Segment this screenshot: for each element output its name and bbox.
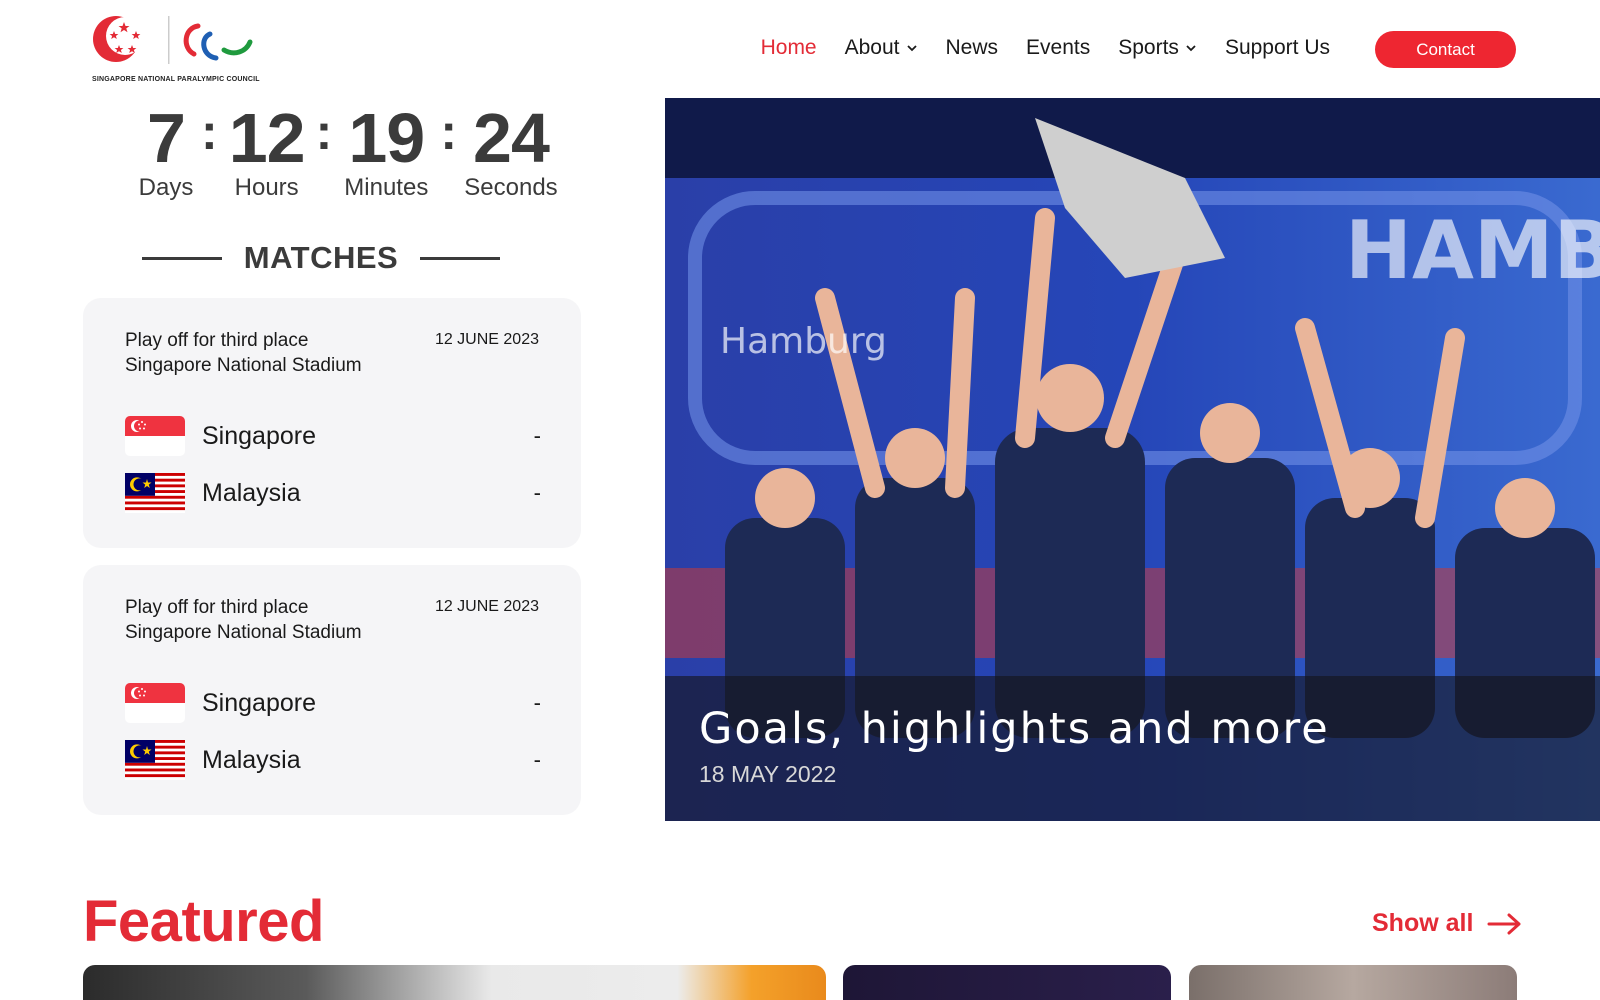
match-team-row: Malaysia - bbox=[125, 740, 541, 780]
featured-card[interactable] bbox=[83, 965, 826, 1000]
team-name: Malaysia bbox=[202, 745, 301, 774]
nav-item-label: Home bbox=[760, 36, 817, 59]
team-name: Singapore bbox=[202, 421, 316, 450]
chevron-down-icon bbox=[906, 45, 917, 52]
countdown-separator: : bbox=[440, 104, 457, 160]
nav-item-label: Support Us bbox=[1224, 36, 1330, 59]
nav-item-sports[interactable]: Sports bbox=[1118, 36, 1197, 60]
nav-item-label: About bbox=[844, 36, 900, 59]
nav-item-home[interactable]: Home bbox=[761, 36, 817, 60]
nav-item-label: Events bbox=[1026, 36, 1091, 59]
match-date: 12 JUNE 2023 bbox=[434, 598, 539, 615]
team-score: - bbox=[533, 480, 541, 505]
team-name: Singapore bbox=[202, 688, 316, 717]
hero-date: 18 MAY 2022 bbox=[699, 761, 837, 787]
countdown-separator: : bbox=[201, 104, 218, 160]
countdown-days-value: 7 bbox=[147, 99, 186, 177]
countdown-hours: 12 Hours bbox=[222, 102, 312, 202]
nav-item-label: Sports bbox=[1118, 36, 1179, 59]
show-all-label: Show all bbox=[1372, 909, 1474, 937]
nav-item-about[interactable]: About bbox=[845, 36, 918, 60]
featured-title: Featured bbox=[83, 889, 324, 954]
match-venue: Singapore National Stadium bbox=[125, 355, 362, 376]
featured-card[interactable] bbox=[1189, 965, 1517, 1000]
nav-item-support-us[interactable]: Support Us bbox=[1225, 36, 1330, 60]
team-score: - bbox=[533, 690, 541, 715]
countdown-seconds-label: Seconds bbox=[464, 174, 558, 201]
match-round: Play off for third place bbox=[125, 330, 309, 351]
chevron-down-icon bbox=[1186, 45, 1196, 52]
logo[interactable]: SINGAPORE NATIONAL PARALYMPIC COUNCIL bbox=[90, 12, 260, 88]
match-card[interactable]: Play off for third place Singapore Natio… bbox=[83, 298, 581, 548]
team-name: Malaysia bbox=[202, 478, 301, 507]
heading-divider bbox=[419, 256, 500, 260]
singapore-flag-icon bbox=[125, 416, 185, 456]
hero-banner[interactable]: HAMB Hamburg Goals, highlights and more … bbox=[665, 98, 1600, 821]
heading-divider bbox=[142, 256, 222, 260]
countdown-hours-value: 12 bbox=[228, 99, 306, 177]
matches-heading: MATCHES bbox=[142, 238, 500, 278]
singapore-flag-icon bbox=[125, 683, 185, 723]
match-date: 12 JUNE 2023 bbox=[434, 331, 539, 348]
snpc-logo-icon bbox=[93, 16, 253, 64]
match-card[interactable]: Play off for third place Singapore Natio… bbox=[83, 565, 581, 815]
malaysia-flag-icon bbox=[125, 473, 185, 513]
contact-button[interactable]: Contact bbox=[1375, 31, 1516, 68]
countdown-days-label: Days bbox=[138, 174, 194, 201]
match-team-row: Singapore - bbox=[125, 683, 541, 723]
nav-item-label: News bbox=[945, 36, 999, 59]
malaysia-flag-icon bbox=[125, 740, 185, 780]
countdown-seconds-value: 24 bbox=[473, 99, 550, 177]
svg-text:Hamburg: Hamburg bbox=[720, 321, 887, 362]
featured-card[interactable] bbox=[843, 965, 1171, 1000]
countdown-seconds: 24 Seconds bbox=[461, 102, 561, 202]
match-venue: Singapore National Stadium bbox=[125, 622, 362, 643]
arrow-right-icon bbox=[1487, 913, 1521, 934]
countdown-minutes: 19 Minutes bbox=[336, 102, 436, 202]
countdown-minutes-value: 19 bbox=[348, 99, 425, 177]
countdown-minutes-label: Minutes bbox=[344, 174, 429, 201]
team-score: - bbox=[533, 423, 541, 448]
nav-item-news[interactable]: News bbox=[946, 36, 999, 60]
team-score: - bbox=[533, 747, 541, 772]
hero-title[interactable]: Goals, highlights and more bbox=[699, 704, 1330, 754]
match-team-row: Malaysia - bbox=[125, 473, 541, 513]
countdown-hours-label: Hours bbox=[234, 174, 299, 201]
hero-caption: Goals, highlights and more 18 MAY 2022 bbox=[665, 676, 1600, 821]
match-round: Play off for third place bbox=[125, 597, 309, 618]
show-all-link[interactable]: Show all bbox=[1372, 909, 1523, 938]
match-team-row: Singapore - bbox=[125, 416, 541, 456]
logo-text: SINGAPORE NATIONAL PARALYMPIC COUNCIL bbox=[92, 76, 260, 83]
countdown-timer: 7 Days : 12 Hours : 19 Minutes : 24 Seco… bbox=[135, 102, 561, 202]
svg-text:HAMB: HAMB bbox=[1345, 204, 1600, 297]
countdown-days: 7 Days bbox=[135, 102, 197, 202]
nav-item-events[interactable]: Events bbox=[1026, 36, 1090, 60]
matches-title: MATCHES bbox=[243, 240, 399, 275]
countdown-separator: : bbox=[315, 104, 333, 160]
main-nav: Home About News Events Sports Support Us bbox=[761, 30, 1330, 66]
